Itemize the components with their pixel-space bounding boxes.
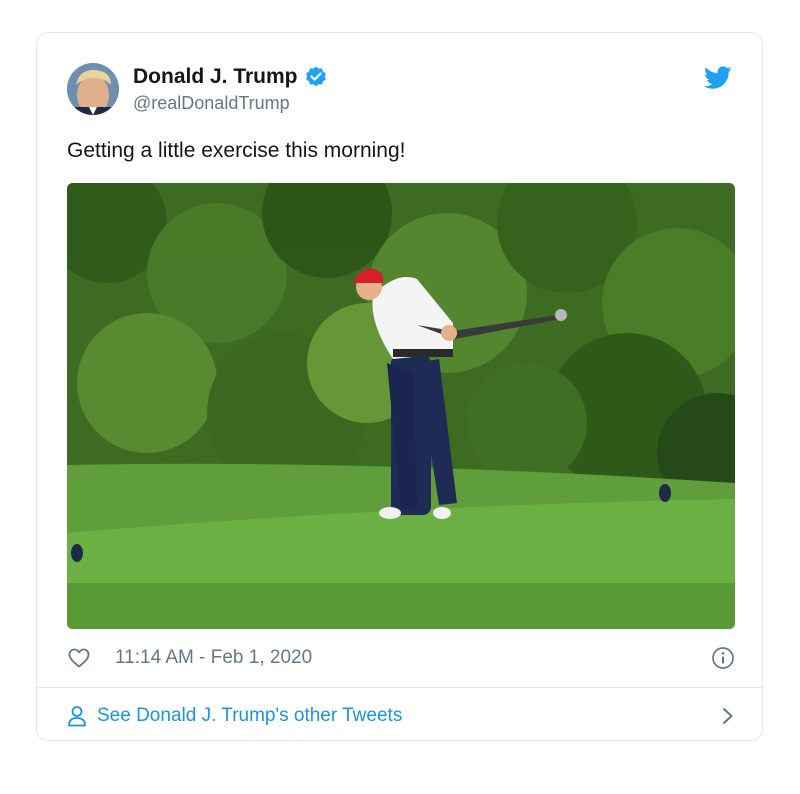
see-other-tweets-link[interactable]: See Donald J. Trump's other Tweets	[67, 701, 735, 731]
author-name-row: Donald J. Trump	[133, 63, 328, 91]
twitter-bird-icon[interactable]	[704, 66, 732, 90]
tweet-meta-row: 11:14 AM - Feb 1, 2020	[67, 645, 735, 671]
tweet-card: Donald J. Trump @realDonaldTrump Getting…	[36, 32, 763, 741]
person-icon	[67, 705, 87, 727]
author-handle[interactable]: @realDonaldTrump	[133, 93, 328, 114]
tweet-photo[interactable]	[67, 183, 735, 629]
author-block: Donald J. Trump @realDonaldTrump	[133, 63, 328, 114]
heart-icon[interactable]	[67, 646, 91, 670]
chevron-right-icon[interactable]	[721, 706, 735, 726]
verified-badge-icon	[304, 65, 328, 89]
author-name[interactable]: Donald J. Trump	[133, 65, 298, 89]
see-other-tweets-label[interactable]: See Donald J. Trump's other Tweets	[97, 705, 402, 727]
tweet-timestamp[interactable]: 11:14 AM - Feb 1, 2020	[115, 647, 312, 669]
info-icon[interactable]	[711, 646, 735, 670]
divider	[37, 687, 762, 688]
author-avatar[interactable]	[67, 63, 119, 115]
tweet-text: Getting a little exercise this morning!	[67, 139, 406, 162]
